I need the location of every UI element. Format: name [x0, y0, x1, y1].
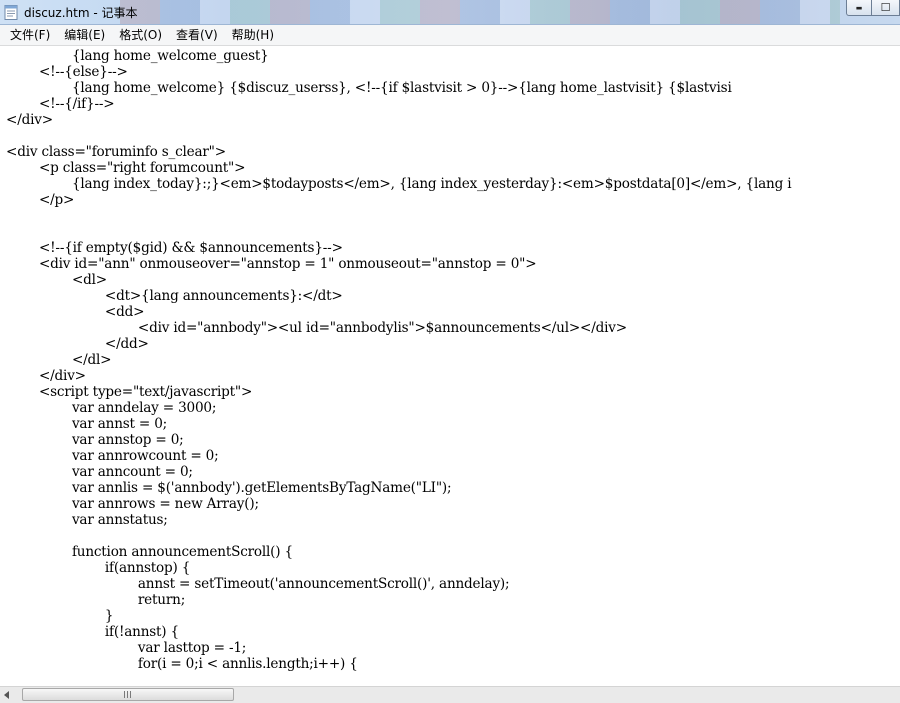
horizontal-scrollbar[interactable]: [0, 686, 900, 703]
window-title: discuz.htm - 记事本: [24, 6, 138, 20]
notepad-icon: [4, 5, 18, 20]
menu-file[interactable]: 文件(F): [0, 25, 57, 45]
background-thumbnails: [120, 0, 840, 24]
text-editor[interactable]: {lang home_welcome_guest} <!--{else}--> …: [0, 46, 900, 686]
menu-help[interactable]: 帮助(H): [225, 25, 281, 45]
title-bar[interactable]: discuz.htm - 记事本 ▬ ☐: [0, 0, 900, 25]
maximize-button[interactable]: ☐: [872, 0, 900, 16]
minimize-icon: ▬: [855, 3, 863, 12]
editor-content[interactable]: {lang home_welcome_guest} <!--{else}--> …: [0, 46, 900, 672]
menu-edit[interactable]: 编辑(E): [57, 25, 112, 45]
menu-view[interactable]: 查看(V): [169, 25, 225, 45]
menu-bar: 文件(F) 编辑(E) 格式(O) 查看(V) 帮助(H): [0, 25, 900, 46]
scroll-left-arrow-icon[interactable]: [4, 691, 9, 699]
maximize-icon: ☐: [880, 1, 891, 14]
menu-format[interactable]: 格式(O): [112, 25, 169, 45]
scroll-grip-icon: [124, 691, 132, 698]
minimize-button[interactable]: ▬: [846, 0, 872, 16]
scrollbar-thumb[interactable]: [22, 688, 234, 701]
